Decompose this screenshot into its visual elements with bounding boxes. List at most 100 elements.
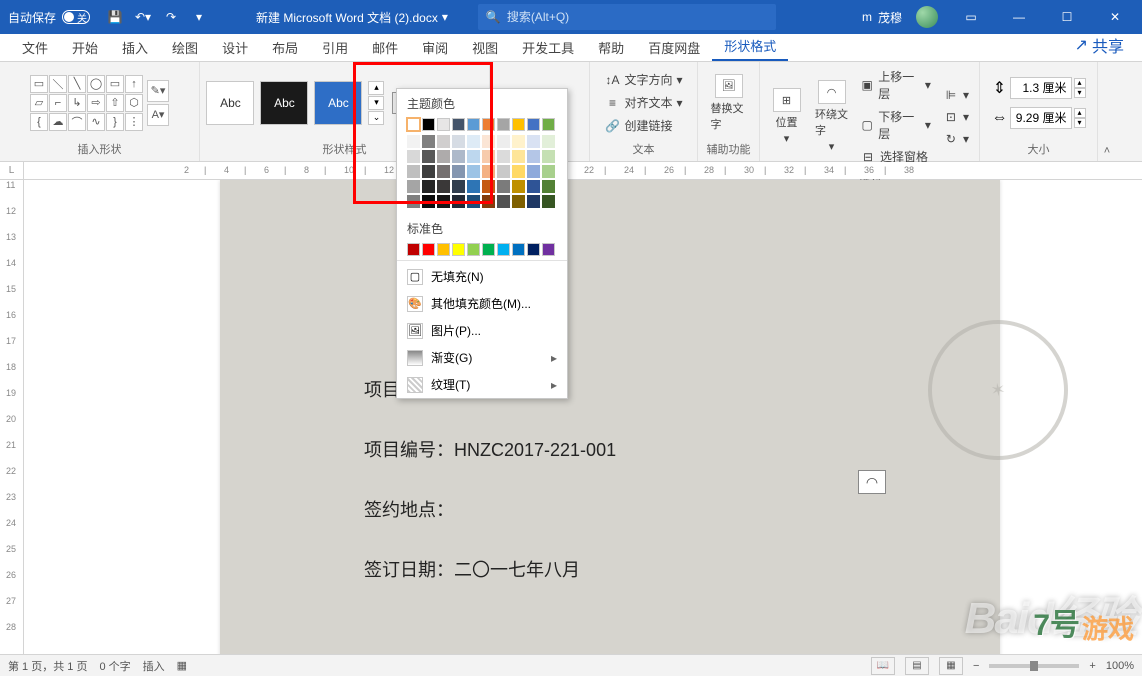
canvas[interactable]: 项目品 项目编号：HNZC2017-221-001 签约地点： 签订日期：二〇一…	[24, 180, 1142, 654]
collapse-ribbon-icon[interactable]: ˄	[1104, 145, 1110, 157]
shape-elbow-icon[interactable]: ↳	[68, 94, 86, 112]
customize-qat-icon[interactable]: ▾	[190, 8, 208, 26]
texture-fill-item[interactable]: 纹理(T)▸	[397, 371, 567, 398]
shade-swatch[interactable]	[527, 150, 540, 163]
shade-swatch[interactable]	[497, 150, 510, 163]
search-input[interactable]	[507, 10, 768, 24]
align-text-button[interactable]: ≡对齐文本 ▾	[600, 92, 686, 113]
shade-swatch[interactable]	[467, 135, 480, 148]
page-info[interactable]: 第 1 页，共 1 页	[8, 658, 87, 674]
shade-swatch[interactable]	[452, 195, 465, 208]
tab-developer[interactable]: 开发工具	[510, 34, 586, 61]
shade-swatch[interactable]	[452, 150, 465, 163]
shape-more-icon[interactable]: ⋮	[125, 113, 143, 131]
position-button[interactable]: ⊞位置▾	[766, 86, 807, 147]
height-up-icon[interactable]: ▴	[1074, 78, 1086, 88]
shade-swatch[interactable]	[422, 150, 435, 163]
theme-swatch[interactable]	[512, 118, 525, 131]
shade-swatch[interactable]	[482, 180, 495, 193]
shade-swatch[interactable]	[467, 165, 480, 178]
standard-swatch[interactable]	[422, 243, 435, 256]
width-down-icon[interactable]: ▾	[1074, 118, 1086, 128]
shade-swatch[interactable]	[407, 165, 420, 178]
shade-swatch[interactable]	[452, 165, 465, 178]
tab-draw[interactable]: 绘图	[160, 34, 210, 61]
shade-swatch[interactable]	[512, 150, 525, 163]
shape-line-icon[interactable]: ＼	[49, 75, 67, 93]
shade-swatch[interactable]	[482, 135, 495, 148]
alt-text-button[interactable]: 🖼 替换文字	[707, 72, 751, 134]
shade-swatch[interactable]	[407, 150, 420, 163]
shade-swatch[interactable]	[452, 180, 465, 193]
shade-swatch[interactable]	[437, 195, 450, 208]
shade-swatch[interactable]	[542, 180, 555, 193]
shade-swatch[interactable]	[437, 180, 450, 193]
standard-swatch[interactable]	[527, 243, 540, 256]
shade-swatch[interactable]	[467, 180, 480, 193]
no-fill-item[interactable]: ▢无填充(N)	[397, 263, 567, 290]
shade-swatch[interactable]	[497, 180, 510, 193]
standard-swatch[interactable]	[437, 243, 450, 256]
shape-arrow-icon[interactable]: ↑	[125, 75, 143, 93]
shade-swatch[interactable]	[422, 165, 435, 178]
theme-swatch[interactable]	[452, 118, 465, 131]
standard-swatch[interactable]	[542, 243, 555, 256]
avatar[interactable]	[916, 6, 938, 28]
standard-swatch[interactable]	[512, 243, 525, 256]
shade-swatch[interactable]	[542, 150, 555, 163]
standard-swatch[interactable]	[467, 243, 480, 256]
theme-swatch[interactable]	[422, 118, 435, 131]
shape-brace2-icon[interactable]: }	[106, 113, 124, 131]
shade-swatch[interactable]	[437, 135, 450, 148]
shape-arrow2-icon[interactable]: ⇨	[87, 94, 105, 112]
search-box[interactable]: 🔍	[478, 4, 776, 30]
shape-connector-icon[interactable]: ⌐	[49, 94, 67, 112]
shape-rect2-icon[interactable]: ▱	[30, 94, 48, 112]
mode-label[interactable]: 插入	[143, 658, 165, 674]
shade-swatch[interactable]	[527, 180, 540, 193]
shade-swatch[interactable]	[512, 135, 525, 148]
zoom-level[interactable]: 100%	[1106, 660, 1134, 672]
shade-swatch[interactable]	[512, 165, 525, 178]
tab-layout[interactable]: 布局	[260, 34, 310, 61]
standard-swatch[interactable]	[452, 243, 465, 256]
rotate-button[interactable]: ↻▾	[939, 129, 973, 149]
text-box-icon[interactable]: A▾	[147, 104, 169, 126]
send-backward-button[interactable]: ▢下移一层 ▾	[856, 106, 935, 144]
tab-insert[interactable]: 插入	[110, 34, 160, 61]
print-layout-icon[interactable]: ▤	[905, 657, 929, 675]
shade-swatch[interactable]	[482, 150, 495, 163]
shade-swatch[interactable]	[512, 195, 525, 208]
height-down-icon[interactable]: ▾	[1074, 88, 1086, 98]
group-button[interactable]: ⊡▾	[939, 107, 973, 127]
standard-swatch[interactable]	[497, 243, 510, 256]
undo-icon[interactable]: ↶▾	[134, 8, 152, 26]
shade-swatch[interactable]	[497, 135, 510, 148]
shape-brace-icon[interactable]: {	[30, 113, 48, 131]
theme-swatch[interactable]	[437, 118, 450, 131]
shape-arrow3-icon[interactable]: ⇧	[106, 94, 124, 112]
align-button[interactable]: ⊫▾	[939, 85, 973, 105]
tab-review[interactable]: 审阅	[410, 34, 460, 61]
save-icon[interactable]: 💾	[106, 8, 124, 26]
shade-swatch[interactable]	[527, 135, 540, 148]
shade-swatch[interactable]	[407, 180, 420, 193]
shade-swatch[interactable]	[452, 135, 465, 148]
document-title[interactable]: 新建 Microsoft Word 文档 (2).docx ▾	[256, 9, 448, 26]
scroll-up-icon[interactable]: ▴	[368, 81, 384, 95]
shade-swatch[interactable]	[467, 150, 480, 163]
shade-swatch[interactable]	[542, 165, 555, 178]
shade-swatch[interactable]	[497, 195, 510, 208]
standard-swatch[interactable]	[482, 243, 495, 256]
layout-options-icon[interactable]: ◠	[858, 470, 886, 494]
shade-swatch[interactable]	[497, 165, 510, 178]
theme-swatch[interactable]	[467, 118, 480, 131]
style-preset-1[interactable]: Abc	[206, 81, 254, 125]
more-colors-item[interactable]: 🎨其他填充颜色(M)...	[397, 290, 567, 317]
gradient-fill-item[interactable]: 渐变(G)▸	[397, 344, 567, 371]
scroll-more-icon[interactable]: ⌄	[368, 111, 384, 125]
tab-references[interactable]: 引用	[310, 34, 360, 61]
tab-mailings[interactable]: 邮件	[360, 34, 410, 61]
shape-hex-icon[interactable]: ⬡	[125, 94, 143, 112]
theme-swatch[interactable]	[407, 118, 420, 131]
